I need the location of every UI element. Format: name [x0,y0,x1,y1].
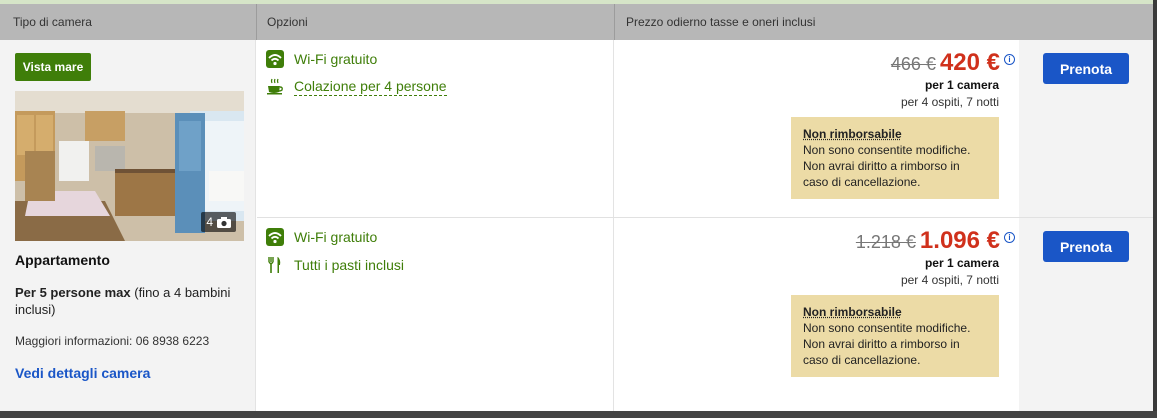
room-capacity: Per 5 persone max (fino a 4 bambini incl… [15,284,245,318]
per-room-label: per 1 camera [924,78,999,92]
option-label: Tutti i pasti inclusi [294,257,404,273]
room-photo[interactable]: 4 [15,91,244,241]
offer-2-price: 1.218 € 1.096 € i per 1 camera per 4 osp… [615,218,1019,411]
wifi-icon [265,49,285,69]
policy-text: Non sono consentite modifiche. Non avrai… [803,321,971,367]
current-price: 1.096 € [919,227,1000,254]
fork-knife-icon [265,255,285,275]
table-header: Tipo di camera Opzioni Prezzo odierno ta… [0,4,1153,40]
option-all-meals: Tutti i pasti inclusi [265,255,404,275]
room-info-column: Vista mare 4 Appartamento Per 5 persone … [0,40,256,411]
offer-1-price: 466 € 420 € i per 1 camera per 4 ospiti,… [615,40,1019,218]
offer-2-booking: Prenota [1019,218,1153,411]
room-details-link[interactable]: Vedi dettagli camera [15,365,150,381]
old-price: 1.218 € [855,232,916,252]
option-wifi: Wi-Fi gratuito [265,227,377,247]
policy-text: Non sono consentite modifiche. Non avrai… [803,143,971,189]
room-name: Appartamento [15,252,110,268]
policy-title[interactable]: Non rimborsabile [803,126,987,142]
wifi-icon [265,227,285,247]
room-capacity-max: Per 5 persone max [15,285,131,300]
camera-icon [217,216,231,228]
option-label: Wi-Fi gratuito [294,51,378,67]
header-options: Opzioni [267,15,308,29]
guests-nights-label: per 4 ospiti, 7 notti [900,95,999,109]
book-button[interactable]: Prenota [1043,53,1129,84]
cancellation-policy: Non rimborsabile Non sono consentite mod… [791,117,999,199]
sea-view-badge: Vista mare [15,53,91,81]
option-label[interactable]: Colazione per 4 persone [294,78,447,96]
price-line: 466 € 420 € i [891,49,1015,77]
info-icon[interactable]: i [1004,54,1015,65]
header-price: Prezzo odierno tasse e oneri inclusi [626,15,816,29]
offer-1-options: Wi-Fi gratuito Colazione per 4 persone [257,40,614,218]
option-breakfast[interactable]: Colazione per 4 persone [265,77,447,97]
photo-count: 4 [206,215,213,229]
policy-title[interactable]: Non rimborsabile [803,304,987,320]
option-wifi: Wi-Fi gratuito [265,49,377,69]
current-price: 420 € [939,49,1000,76]
per-room-label: per 1 camera [924,256,999,270]
room-phone-info: Maggiori informazioni: 06 8938 6223 [15,334,210,348]
header-divider [256,4,257,40]
option-label: Wi-Fi gratuito [294,229,378,245]
offer-1-booking: Prenota [1019,40,1153,218]
room-table: Tipo di camera Opzioni Prezzo odierno ta… [0,4,1153,411]
cancellation-policy: Non rimborsabile Non sono consentite mod… [791,295,999,377]
coffee-cup-icon [265,77,285,97]
bottom-edge [0,411,1157,418]
price-line: 1.218 € 1.096 € i [856,227,1015,255]
guests-nights-label: per 4 ospiti, 7 notti [900,273,999,287]
header-room-type: Tipo di camera [13,15,92,29]
header-divider [614,4,615,40]
offer-2-options: Wi-Fi gratuito Tutti i pasti inclusi [257,218,614,411]
book-button[interactable]: Prenota [1043,231,1129,262]
right-scroll-edge [1153,0,1157,418]
photo-count-badge[interactable]: 4 [201,212,236,232]
old-price: 466 € [890,54,936,74]
info-icon[interactable]: i [1004,232,1015,243]
